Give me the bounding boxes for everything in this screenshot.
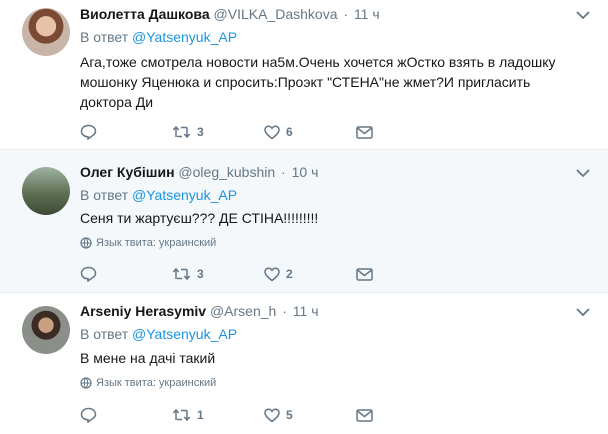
reply-icon [80,124,97,140]
language-label: Язык твита: украинский [96,377,217,389]
reply-prefix: В ответ [80,326,129,342]
tweet-actions: 3 2 [80,266,448,282]
retweet-icon [172,267,191,281]
chevron-down-icon[interactable] [576,10,590,20]
author-name[interactable]: Виолетта Дашкова [80,6,210,22]
reply-context: В ответ @Yatsenyuk_AP [80,326,237,342]
author-name[interactable]: Arseniy Herasymiv [80,303,206,319]
timestamp[interactable]: 10 ч [292,164,319,180]
retweet-icon [172,125,191,139]
direct-message-button[interactable] [356,267,448,281]
tweet-header: Виолетта Дашкова @VILKA_Dashkova · 11 ч [80,6,380,22]
tweet-header: Олег Кубішин @oleg_kubshin · 10 ч [80,164,318,180]
heart-icon [264,124,280,139]
like-button[interactable]: 5 [264,407,356,423]
tweet-text: Ага,тоже смотрела новости на5м.Очень хоч… [80,54,556,110]
retweet-button[interactable]: 1 [172,408,264,422]
reply-button[interactable] [80,407,172,423]
reply-handle-link[interactable]: @Yatsenyuk_AP [132,326,237,342]
separator-dot: · [343,6,349,22]
author-handle[interactable]: @Arsen_h [210,303,276,319]
reply-icon [80,266,97,282]
reply-prefix: В ответ [80,29,129,45]
avatar[interactable] [22,306,70,354]
tweet-2[interactable]: Олег Кубішин @oleg_kubshin · 10 ч В отве… [0,150,608,293]
timestamp[interactable]: 11 ч [354,6,380,22]
timestamp[interactable]: 11 ч [293,303,319,319]
retweet-count: 1 [197,408,204,422]
globe-icon [80,237,92,249]
retweet-count: 3 [197,125,204,139]
tweet-1[interactable]: Виолетта Дашкова @VILKA_Dashkova · 11 ч … [0,0,608,150]
tweet-header: Arseniy Herasymiv @Arsen_h · 11 ч [80,303,319,319]
reply-icon [80,407,97,423]
like-button[interactable]: 6 [264,124,356,140]
retweet-icon [172,408,191,422]
heart-icon [264,407,280,422]
tweet-actions: 1 5 [80,407,448,423]
like-button[interactable]: 2 [264,266,356,282]
tweet-language: Язык твита: украинский [80,237,216,249]
heart-icon [264,266,280,281]
language-label: Язык твита: украинский [96,237,217,249]
chevron-down-icon[interactable] [576,168,590,178]
like-count: 6 [286,125,293,139]
avatar[interactable] [22,167,70,215]
tweet-text: В мене на дачі такий [80,350,216,366]
separator-dot: · [281,164,286,180]
retweet-button[interactable]: 3 [172,125,264,139]
tweet-actions: 3 6 [80,124,448,140]
globe-icon [80,377,92,389]
reply-handle-link[interactable]: @Yatsenyuk_AP [132,29,237,45]
tweet-3[interactable]: Arseniy Herasymiv @Arsen_h · 11 ч В отве… [0,293,608,434]
like-count: 5 [286,408,293,422]
chevron-down-icon[interactable] [576,307,590,317]
retweet-button[interactable]: 3 [172,267,264,281]
tweet-text: Сеня ти жартуєш??? ДЕ СТІНА!!!!!!!!! [80,210,319,226]
reply-button[interactable] [80,124,172,140]
author-handle[interactable]: @oleg_kubshin [178,164,275,180]
reply-prefix: В ответ [80,187,129,203]
separator-dot: · [282,303,287,319]
retweet-count: 3 [197,267,204,281]
author-name[interactable]: Олег Кубішин [80,164,175,180]
avatar[interactable] [22,8,70,56]
direct-message-button[interactable] [356,408,448,422]
like-count: 2 [286,267,293,281]
direct-message-button[interactable] [356,125,448,139]
reply-context: В ответ @Yatsenyuk_AP [80,29,237,45]
author-handle[interactable]: @VILKA_Dashkova [214,6,338,22]
reply-button[interactable] [80,266,172,282]
envelope-icon [356,267,373,281]
reply-context: В ответ @Yatsenyuk_AP [80,187,237,203]
envelope-icon [356,408,373,422]
reply-handle-link[interactable]: @Yatsenyuk_AP [132,187,237,203]
tweet-language: Язык твита: украинский [80,377,216,389]
envelope-icon [356,125,373,139]
